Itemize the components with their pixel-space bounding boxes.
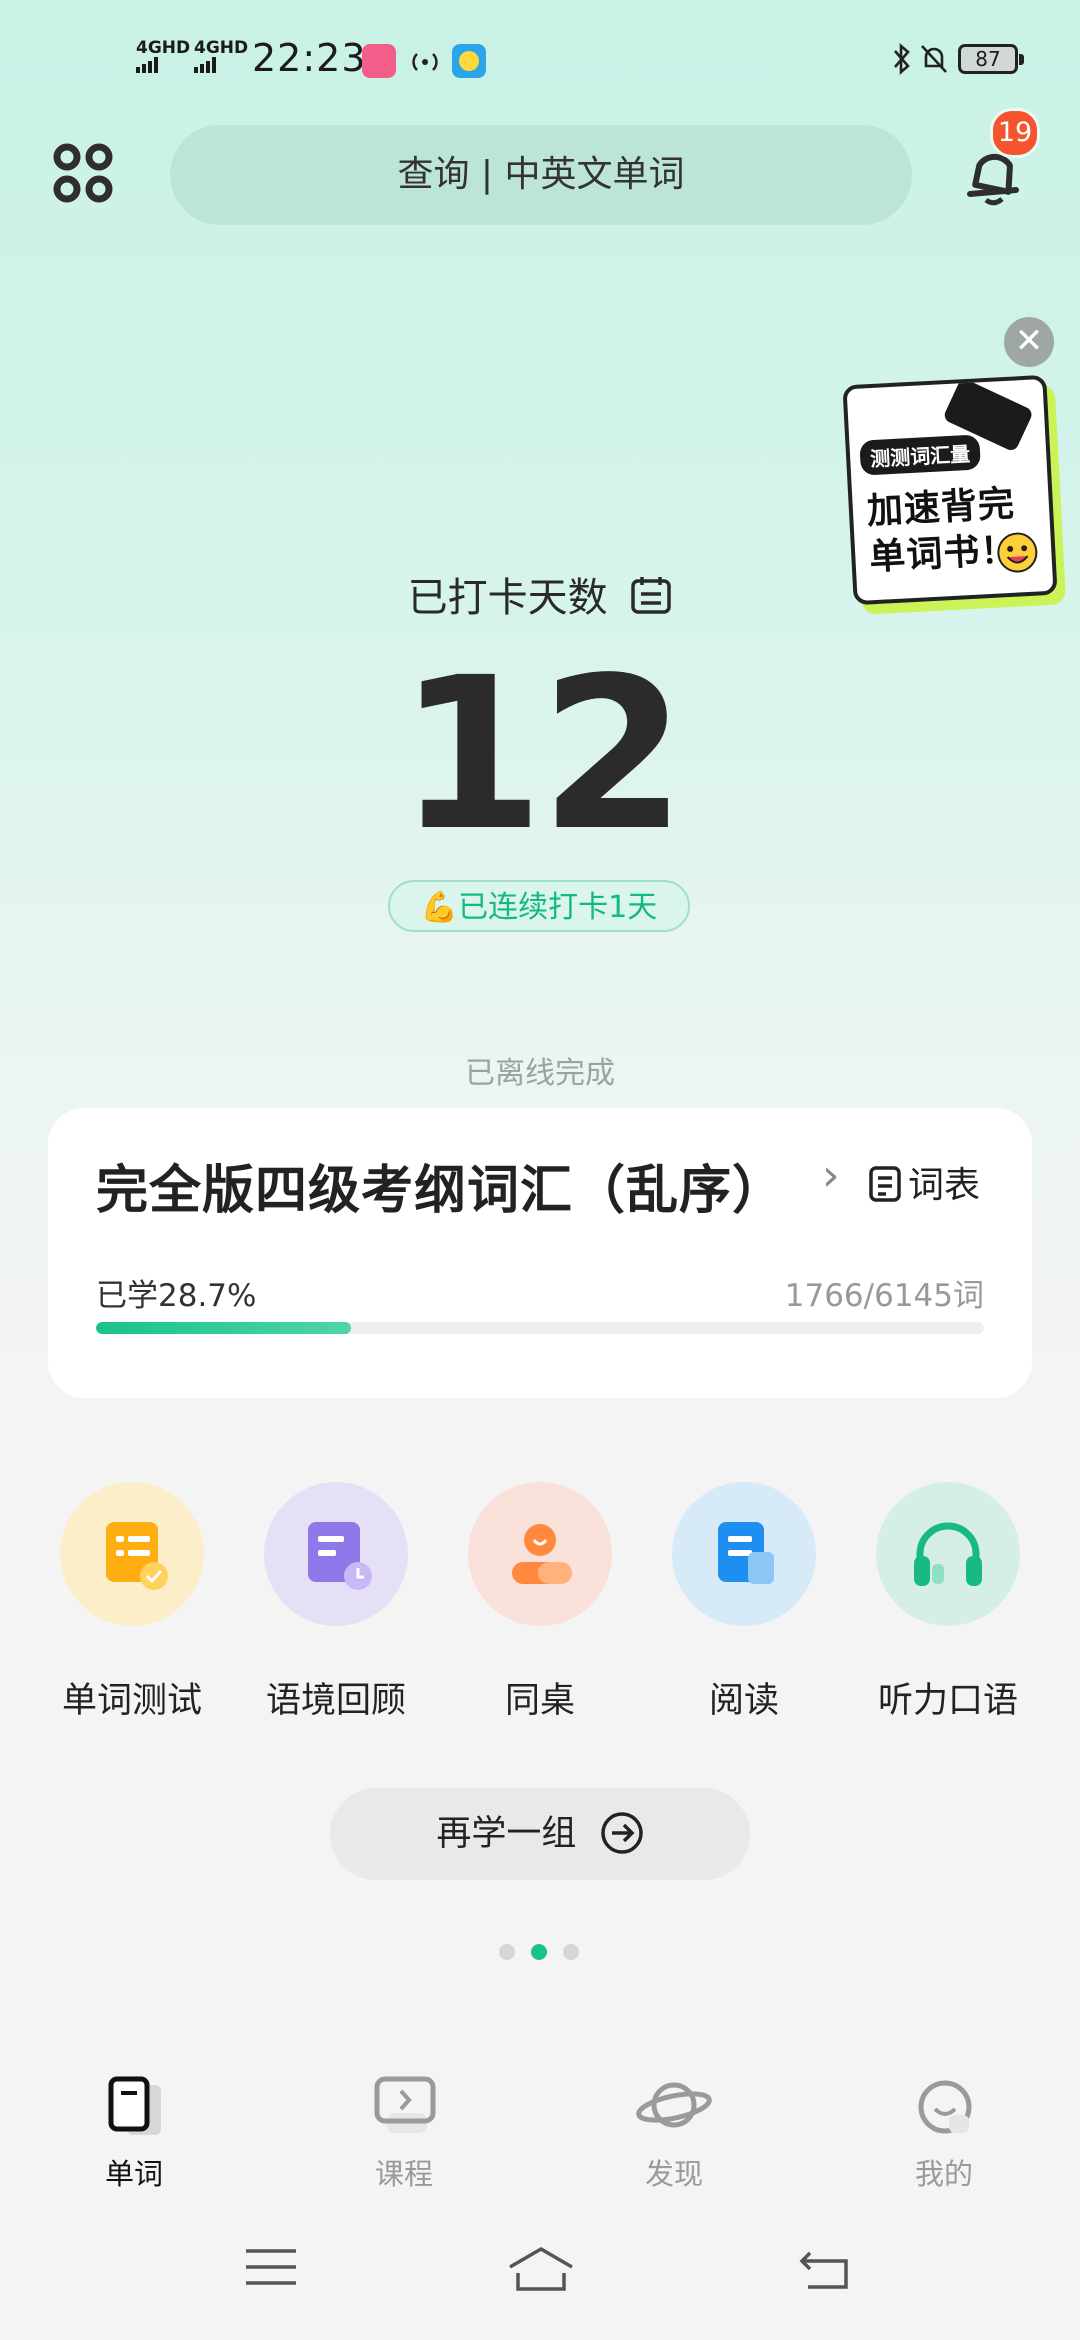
- wordlist-label: 词表: [908, 1165, 981, 1206]
- pager-dot[interactable]: [531, 1944, 547, 1960]
- word-test-icon[interactable]: [60, 1482, 204, 1626]
- tool-context-review[interactable]: 语境回顾: [264, 1482, 408, 1721]
- nav-label: 单词: [104, 2157, 163, 2191]
- pager-dot[interactable]: [499, 1944, 515, 1960]
- wordbook-card[interactable]: 完全版四级考纲词汇（乱序） › 词表 已学28.7% 1766/6145词: [48, 1108, 1032, 1398]
- tool-word-test[interactable]: 单词测试: [60, 1482, 204, 1721]
- home-icon[interactable]: [506, 2245, 576, 2293]
- battery-indicator: 87: [958, 44, 1024, 74]
- mute-bell-icon: [921, 45, 947, 73]
- tool-label: 单词测试: [61, 1681, 202, 1721]
- search-bar[interactable]: 查询 | 中英文单词: [170, 125, 912, 225]
- signal-bars-icon: [194, 57, 216, 73]
- tool-listening-speaking[interactable]: 听力口语: [876, 1482, 1020, 1721]
- back-icon[interactable]: [796, 2245, 852, 2291]
- streak-badge: 💪已连续打卡1天: [388, 880, 690, 932]
- promo-tag: 测测词汇量: [859, 434, 981, 476]
- status-bar: 4GHD 4GHD 22:23 87: [0, 30, 1080, 90]
- menu-grid-icon[interactable]: [52, 142, 114, 204]
- app-notification-icon: [452, 44, 486, 78]
- notification-badge: 19: [990, 108, 1040, 158]
- pager-dot[interactable]: [563, 1944, 579, 1960]
- tool-label: 阅读: [708, 1681, 779, 1721]
- progress-bar: [96, 1322, 984, 1334]
- word-count: 1766/6145词: [784, 1278, 984, 1314]
- recent-apps-icon[interactable]: [244, 2245, 298, 2289]
- wordlist-button[interactable]: 词表: [868, 1156, 980, 1208]
- progress-bar-fill: [96, 1322, 351, 1334]
- bilibili-app-icon: [362, 44, 396, 78]
- planet-icon: [636, 2082, 712, 2128]
- calendar-icon[interactable]: [630, 575, 672, 615]
- study-again-label: 再学一组: [436, 1814, 577, 1854]
- search-placeholder: 查询 | 中英文单词: [397, 154, 685, 195]
- signal-1: 4GHD: [136, 40, 190, 77]
- deskmate-icon[interactable]: [468, 1482, 612, 1626]
- nav-label: 我的: [914, 2157, 973, 2191]
- study-again-button[interactable]: 再学一组: [330, 1788, 750, 1880]
- tool-label: 同桌: [504, 1681, 575, 1721]
- tool-label: 语境回顾: [265, 1681, 406, 1721]
- tool-label: 听力口语: [877, 1681, 1018, 1721]
- signal-bars-icon: [136, 57, 158, 73]
- arrow-right-circle-icon: [600, 1812, 643, 1854]
- wordbook-title[interactable]: 完全版四级考纲词汇（乱序）: [96, 1148, 785, 1223]
- smile-profile-icon: [918, 2080, 972, 2134]
- checkin-label: 已打卡天数: [407, 575, 608, 621]
- hotspot-icon: [412, 53, 438, 71]
- tool-reading[interactable]: 阅读: [672, 1482, 816, 1721]
- nav-label: 发现: [644, 2157, 703, 2191]
- signal-2-label: 4GHD: [194, 38, 249, 58]
- signal-1-label: 4GHD: [136, 38, 191, 58]
- nav-mine[interactable]: 我的: [854, 2075, 1034, 2193]
- wordlist-icon: [869, 1166, 901, 1202]
- reading-icon[interactable]: [672, 1482, 816, 1626]
- nav-label: 课程: [374, 2157, 433, 2191]
- word-book-icon: [108, 2076, 161, 2135]
- context-review-icon[interactable]: [264, 1482, 408, 1626]
- learned-percent: 已学28.7%: [96, 1278, 257, 1314]
- signal-2: 4GHD: [194, 40, 248, 77]
- tool-deskmate[interactable]: 同桌: [468, 1482, 612, 1721]
- promo-close-button[interactable]: ✕: [1004, 317, 1054, 367]
- chevron-right-icon[interactable]: ›: [822, 1150, 840, 1201]
- course-play-icon: [374, 2076, 436, 2133]
- nav-words[interactable]: 单词: [44, 2075, 224, 2193]
- bluetooth-icon: [894, 43, 910, 75]
- checkin-days-count: 12: [397, 632, 686, 877]
- checkin-label-row: 已打卡天数: [0, 565, 1080, 623]
- nav-courses[interactable]: 课程: [314, 2075, 494, 2193]
- headphones-icon[interactable]: [876, 1482, 1020, 1626]
- offline-status: 已离线完成: [465, 1056, 615, 1091]
- nav-discover[interactable]: 发现: [584, 2075, 764, 2193]
- status-time: 22:23: [252, 36, 367, 80]
